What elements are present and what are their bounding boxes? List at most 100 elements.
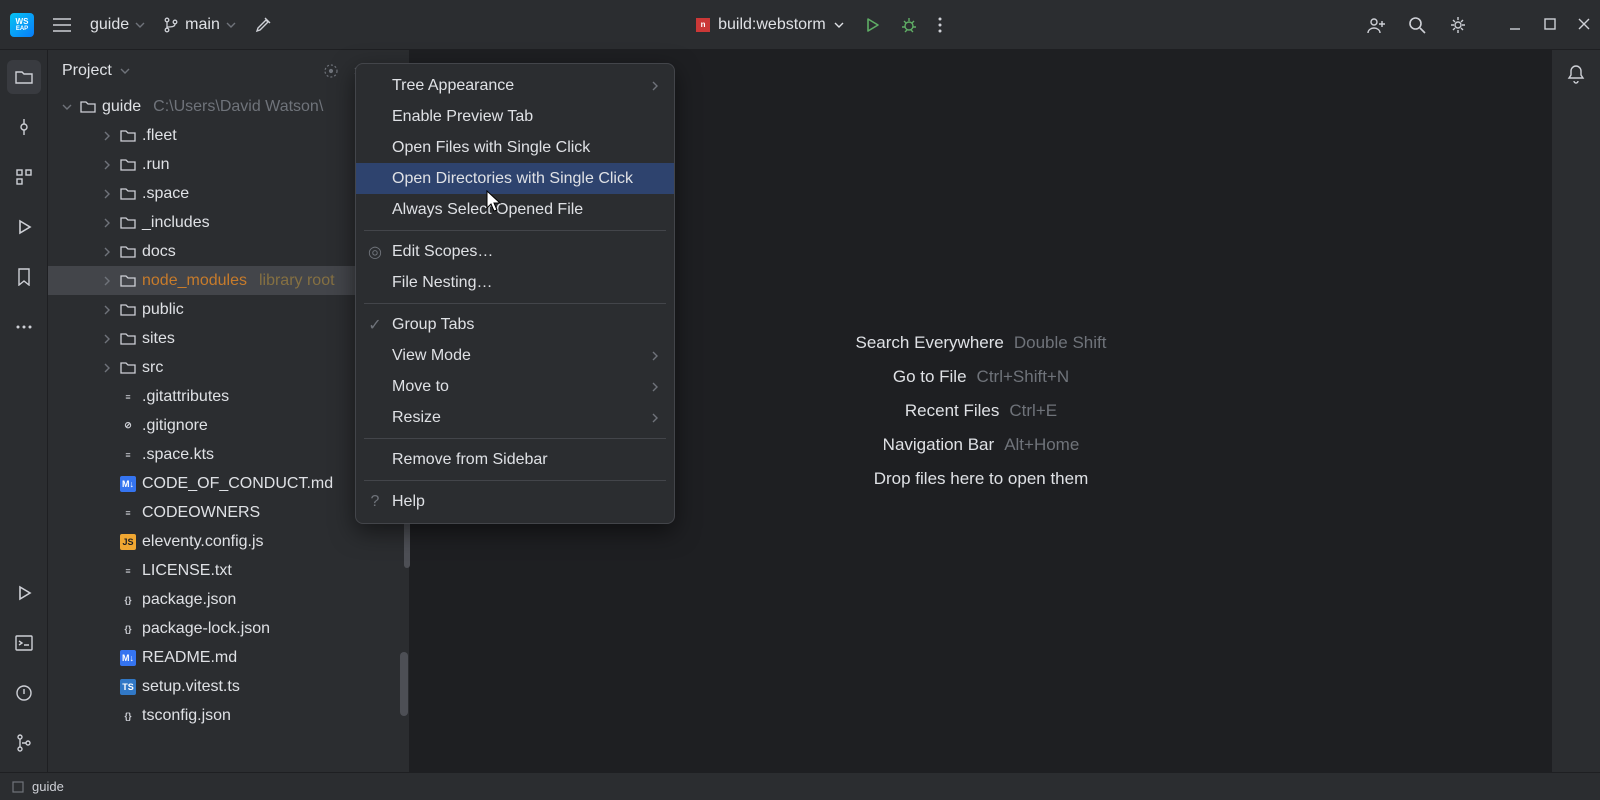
menu-item[interactable]: Open Files with Single Click: [356, 132, 674, 163]
typescript-icon: TS: [120, 679, 136, 695]
titlebar-left: WS guide main: [10, 13, 272, 37]
chevron-right-icon: [650, 413, 660, 423]
app-icon[interactable]: WS: [10, 13, 34, 37]
chevron-right-icon: [650, 351, 660, 361]
menu-item[interactable]: Always Select Opened File: [356, 194, 674, 225]
debug-icon[interactable]: [900, 16, 918, 34]
tree-root-name: guide: [102, 98, 141, 116]
tree-item-label: .space: [142, 185, 189, 203]
folder-icon: [120, 245, 136, 259]
left-tool-stripe: [0, 50, 48, 772]
tree-item-label: .gitattributes: [142, 388, 229, 406]
menu-item[interactable]: Open Directories with Single Click: [356, 163, 674, 194]
tree-item-label: public: [142, 301, 184, 319]
text-file-icon: ≡: [120, 505, 136, 521]
menu-item-label: Always Select Opened File: [392, 201, 583, 219]
tree-item[interactable]: {}tsconfig.json: [48, 701, 409, 730]
tree-item-label: .fleet: [142, 127, 177, 145]
minimize-icon[interactable]: [1508, 18, 1522, 32]
tree-item-label: .gitignore: [142, 417, 208, 435]
welcome-action[interactable]: Search Everywhere: [856, 333, 1004, 352]
welcome-drop-hint: Drop files here to open them: [874, 469, 1089, 488]
hamburger-icon[interactable]: [52, 17, 72, 33]
chevron-right-icon[interactable]: [100, 363, 114, 373]
welcome-action[interactable]: Navigation Bar: [883, 435, 995, 454]
chevron-right-icon[interactable]: [100, 189, 114, 199]
tool-commit-icon[interactable]: [7, 110, 41, 144]
maximize-icon[interactable]: [1544, 18, 1556, 32]
menu-item[interactable]: Remove from Sidebar: [356, 444, 674, 475]
status-project-name[interactable]: guide: [32, 779, 64, 794]
tool-structure-icon[interactable]: [7, 160, 41, 194]
close-icon[interactable]: [1578, 18, 1590, 32]
welcome-panel: Search EverywhereDouble ShiftGo to FileC…: [856, 319, 1107, 503]
run-config-selector[interactable]: n build:webstorm: [696, 16, 844, 34]
markdown-icon: M↓: [120, 650, 136, 666]
tree-item[interactable]: {}package.json: [48, 585, 409, 614]
menu-item[interactable]: Move to: [356, 371, 674, 402]
menu-item-label: Remove from Sidebar: [392, 451, 548, 469]
branch-crumb[interactable]: main: [163, 16, 236, 34]
search-icon[interactable]: [1408, 16, 1426, 34]
gitignore-icon: ⊘: [120, 418, 136, 434]
menu-item[interactable]: Resize: [356, 402, 674, 433]
markdown-icon: M↓: [120, 476, 136, 492]
tree-item-label: LICENSE.txt: [142, 562, 232, 580]
select-open-file-icon[interactable]: [323, 63, 339, 79]
tool-services-icon[interactable]: [7, 210, 41, 244]
panel-title[interactable]: Project: [62, 62, 112, 80]
tree-item[interactable]: {}package-lock.json: [48, 614, 409, 643]
tree-item[interactable]: M↓README.md: [48, 643, 409, 672]
tree-item-label: src: [142, 359, 163, 377]
chevron-right-icon[interactable]: [100, 276, 114, 286]
notifications-icon[interactable]: [1567, 64, 1585, 84]
menu-item-label: Resize: [392, 409, 441, 427]
tree-root-path: C:\Users\David Watson\: [153, 98, 323, 116]
menu-item[interactable]: File Nesting…: [356, 267, 674, 298]
menu-item[interactable]: View Mode: [356, 340, 674, 371]
chevron-right-icon[interactable]: [100, 218, 114, 228]
status-module-icon[interactable]: [12, 781, 24, 793]
tool-more-icon[interactable]: [7, 310, 41, 344]
tool-bookmarks-icon[interactable]: [7, 260, 41, 294]
check-icon: ✓: [366, 315, 384, 335]
tool-terminal-icon[interactable]: [7, 626, 41, 660]
tree-item[interactable]: JSeleventy.config.js: [48, 527, 409, 556]
menu-item[interactable]: Tree Appearance: [356, 70, 674, 101]
folder-icon: [120, 332, 136, 346]
tree-item-label: setup.vitest.ts: [142, 678, 240, 696]
folder-icon: [80, 100, 96, 114]
tool-run-bottom-icon[interactable]: [7, 576, 41, 610]
text-file-icon: ≡: [120, 447, 136, 463]
project-crumb[interactable]: guide: [90, 16, 145, 34]
menu-item[interactable]: Enable Preview Tab: [356, 101, 674, 132]
welcome-action[interactable]: Go to File: [893, 367, 967, 386]
collaborate-icon[interactable]: [1366, 16, 1386, 34]
menu-item-label: Open Directories with Single Click: [392, 170, 633, 188]
menu-item[interactable]: ◎Edit Scopes…: [356, 236, 674, 267]
chevron-right-icon[interactable]: [100, 334, 114, 344]
more-vertical-icon[interactable]: [938, 17, 942, 33]
tree-item[interactable]: TS setup.vitest.ts: [48, 672, 409, 701]
chevron-down-icon[interactable]: [120, 66, 130, 76]
gear-icon[interactable]: [1448, 15, 1468, 35]
tool-problems-icon[interactable]: [7, 676, 41, 710]
menu-item[interactable]: ?Help: [356, 486, 674, 517]
chevron-right-icon[interactable]: [100, 160, 114, 170]
tool-vcs-icon[interactable]: [7, 726, 41, 760]
tool-project-icon[interactable]: [7, 60, 41, 94]
run-icon[interactable]: [864, 17, 880, 33]
welcome-shortcut: Double Shift: [1014, 333, 1107, 352]
folder-icon: [120, 129, 136, 143]
scrollbar-thumb[interactable]: [400, 652, 408, 716]
chevron-right-icon[interactable]: [100, 305, 114, 315]
welcome-action[interactable]: Recent Files: [905, 401, 999, 420]
menu-item-label: Open Files with Single Click: [392, 139, 590, 157]
chevron-right-icon[interactable]: [100, 131, 114, 141]
edit-icon[interactable]: [254, 16, 272, 34]
menu-item[interactable]: ✓Group Tabs: [356, 309, 674, 340]
chevron-right-icon[interactable]: [100, 247, 114, 257]
chevron-down-icon[interactable]: [60, 102, 74, 112]
json-icon: {}: [120, 592, 136, 608]
tree-item[interactable]: ≡LICENSE.txt: [48, 556, 409, 585]
